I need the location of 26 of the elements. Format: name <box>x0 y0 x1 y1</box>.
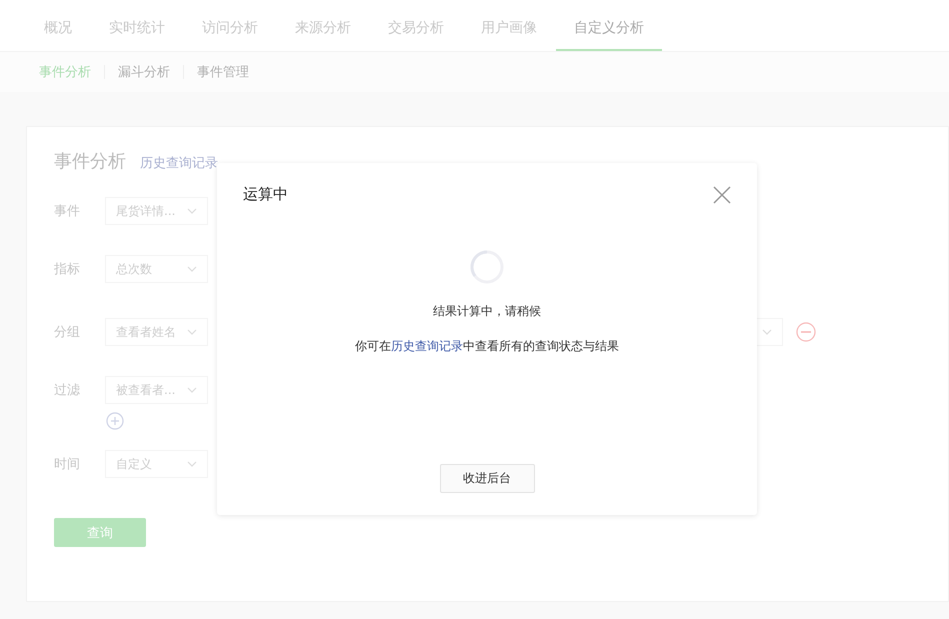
field-label: 指标 <box>54 261 81 278</box>
caret-icon <box>762 329 772 335</box>
field-label: 过滤 <box>54 382 81 399</box>
loading-spinner-icon <box>469 249 505 285</box>
remove-icon[interactable] <box>796 322 816 342</box>
sub-tab[interactable]: 事件管理 <box>197 63 249 81</box>
caret-icon <box>187 461 197 467</box>
history-link[interactable]: 历史查询记录 <box>140 154 218 172</box>
add-icon[interactable] <box>106 412 124 430</box>
history-link[interactable]: 历史查询记录 <box>391 339 463 353</box>
close-icon[interactable] <box>713 186 731 204</box>
field-label: 分组 <box>54 324 81 341</box>
field-label: 事件 <box>54 203 81 220</box>
hint-text: 你可在历史查询记录中查看所有的查询状态与结果 <box>355 338 619 355</box>
sub-tab[interactable]: 漏斗分析 <box>118 63 170 81</box>
caret-icon <box>187 208 197 214</box>
query-button[interactable]: 查询 <box>54 518 146 547</box>
caret-icon <box>187 387 197 393</box>
panel-title: 事件分析 <box>54 150 126 173</box>
status-message: 结果计算中，请稍候 <box>433 303 541 320</box>
field-label: 时间 <box>54 456 81 473</box>
background-button[interactable]: 收进后台 <box>440 464 534 493</box>
dialog-title: 运算中 <box>243 185 288 204</box>
sub-tab[interactable]: 事件分析 <box>39 63 91 81</box>
caret-icon <box>187 266 197 272</box>
caret-icon <box>187 329 197 335</box>
